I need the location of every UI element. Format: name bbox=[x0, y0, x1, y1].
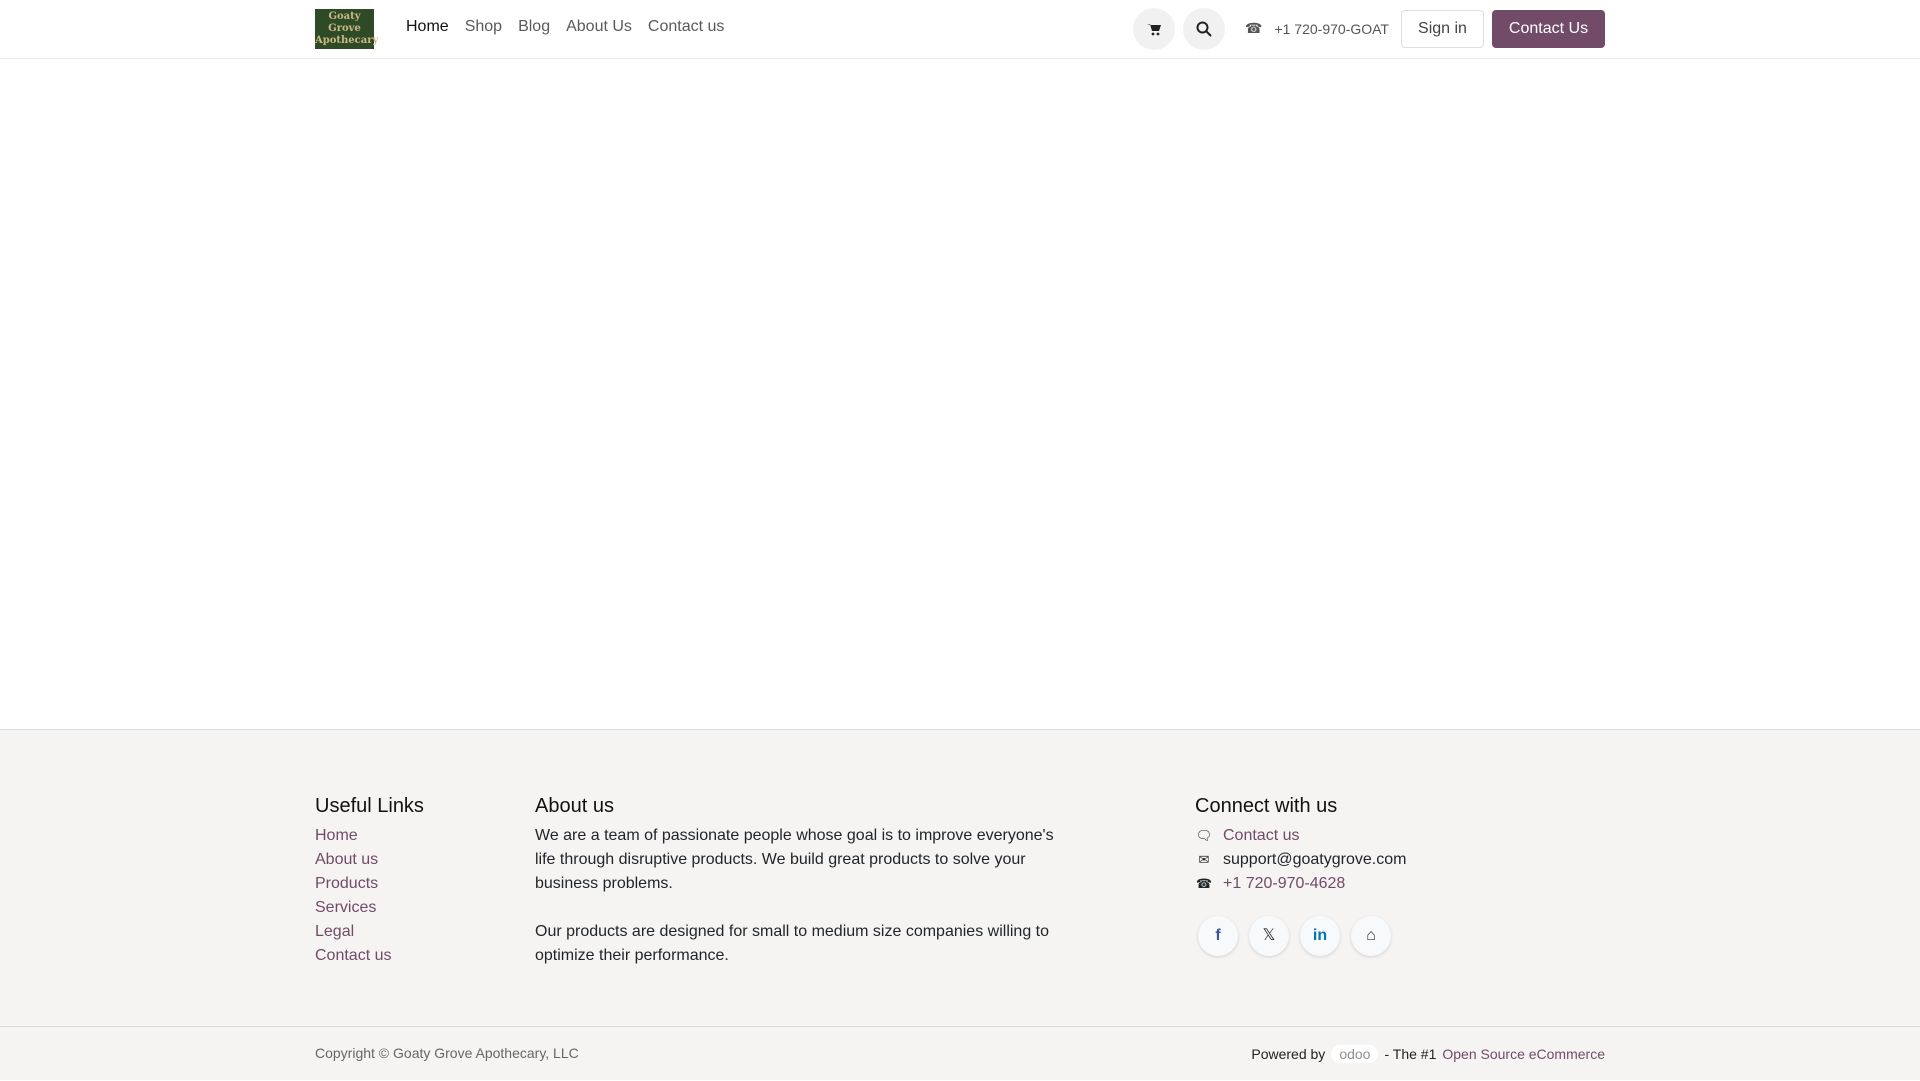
powered-by: Powered by odoo - The #1 Open Source eCo… bbox=[1251, 1045, 1605, 1063]
footer-link-legal[interactable]: Legal bbox=[315, 920, 424, 944]
home-icon[interactable]: ⌂ bbox=[1351, 916, 1391, 956]
header-phone[interactable]: ☎ +1 720-970-GOAT bbox=[1245, 20, 1389, 37]
search-icon bbox=[1196, 21, 1212, 37]
tagline: - The #1 bbox=[1384, 1046, 1437, 1062]
footer-link-services[interactable]: Services bbox=[315, 896, 424, 920]
ecommerce-link[interactable]: Open Source eCommerce bbox=[1442, 1046, 1605, 1062]
footer-link-home[interactable]: Home bbox=[315, 824, 424, 848]
comment-icon: 🗨 bbox=[1195, 828, 1213, 843]
footer-link-about[interactable]: About us bbox=[315, 848, 424, 872]
about-text-2: Our products are designed for small to m… bbox=[535, 923, 1050, 964]
contact-us-button[interactable]: Contact Us bbox=[1492, 10, 1605, 48]
about-title: About us bbox=[535, 795, 614, 817]
useful-links-title: Useful Links bbox=[315, 795, 424, 817]
envelope-icon: ✉ bbox=[1198, 852, 1210, 867]
copyright-bar: Copyright © Goaty Grove Apothecary, LLC … bbox=[0, 1026, 1920, 1081]
connect-section: Connect with us 🗨 Contact us ✉ support@goa… bbox=[1195, 794, 1406, 956]
cart-button[interactable] bbox=[1133, 8, 1175, 50]
useful-links: Useful Links Home About us Products Serv… bbox=[315, 794, 424, 968]
about-section: About us We are a team of passionate peo… bbox=[535, 794, 1075, 968]
header: Goaty Grove Apothecary Home Shop Blog Abou… bbox=[0, 0, 1920, 59]
about-text-1: We are a team of passionate people whose… bbox=[535, 827, 1054, 892]
cart-icon bbox=[1147, 23, 1161, 35]
nav-blog[interactable]: Blog bbox=[510, 18, 558, 36]
connect-title: Connect with us bbox=[1195, 795, 1338, 817]
powered-by-label: Powered by bbox=[1251, 1046, 1326, 1062]
phone-icon: ☎ bbox=[1195, 876, 1213, 891]
connect-email[interactable]: support@goatygrove.com bbox=[1223, 848, 1406, 872]
odoo-logo[interactable]: odoo bbox=[1331, 1045, 1379, 1063]
phone-text: +1 720-970-GOAT bbox=[1274, 20, 1389, 37]
nav-home[interactable]: Home bbox=[398, 18, 457, 36]
sign-in-button[interactable]: Sign in bbox=[1401, 10, 1484, 48]
x-twitter-icon[interactable]: 𝕏 bbox=[1249, 916, 1289, 956]
footer: Useful Links Home About us Products Serv… bbox=[0, 729, 1920, 1080]
linkedin-icon[interactable]: in bbox=[1300, 916, 1340, 956]
main-nav: Home Shop Blog About Us Contact us bbox=[398, 18, 732, 36]
connect-phone[interactable]: +1 720-970-4628 bbox=[1223, 872, 1345, 896]
nav-shop[interactable]: Shop bbox=[457, 18, 510, 36]
footer-link-products[interactable]: Products bbox=[315, 872, 424, 896]
facebook-icon[interactable]: f bbox=[1198, 916, 1238, 956]
footer-link-contact[interactable]: Contact us bbox=[315, 944, 424, 968]
logo[interactable]: Goaty Grove Apothecary bbox=[315, 9, 378, 49]
search-button[interactable] bbox=[1183, 8, 1225, 50]
nav-about-us[interactable]: About Us bbox=[558, 18, 640, 36]
nav-contact-us[interactable]: Contact us bbox=[640, 18, 732, 36]
copyright: Copyright © Goaty Grove Apothecary, LLC bbox=[315, 1045, 579, 1061]
phone-icon: ☎ bbox=[1245, 20, 1263, 36]
connect-contact-link[interactable]: Contact us bbox=[1223, 824, 1299, 848]
